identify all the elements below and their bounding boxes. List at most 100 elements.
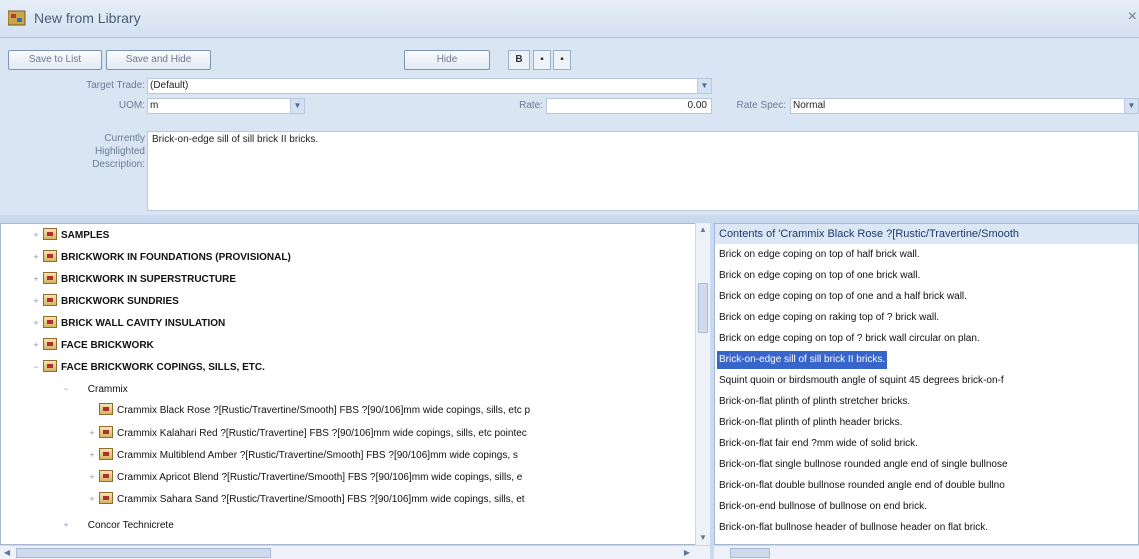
folder-icon	[43, 338, 57, 350]
expand-icon[interactable]: +	[31, 290, 41, 312]
tree-item-label: BRICKWORK IN FOUNDATIONS (PROVISIONAL)	[61, 252, 291, 263]
folder-icon	[99, 403, 113, 415]
chevron-down-icon[interactable]: ▼	[1124, 99, 1138, 113]
target-trade-select[interactable]: (Default) ▼	[147, 78, 712, 94]
save-to-list-button[interactable]: Save to List	[8, 50, 102, 70]
tree-item[interactable]: Crammix Black Rose ?[Rustic/Travertine/S…	[87, 400, 530, 422]
tree-vertical-scrollbar[interactable]: ▲ ▼	[695, 223, 710, 545]
app-icon	[8, 10, 26, 26]
tree-item-label: SAMPLES	[61, 230, 110, 241]
tree-group[interactable]: − Crammix	[61, 378, 127, 400]
tree-item-label: BRICKWORK IN SUPERSTRUCTURE	[61, 274, 236, 285]
folder-icon	[99, 470, 113, 482]
expand-icon[interactable]: +	[87, 444, 97, 466]
tree-item[interactable]: + Crammix Multiblend Amber ?[Rustic/Trave…	[87, 444, 518, 466]
scroll-thumb[interactable]	[16, 548, 271, 558]
tree-item-label: Crammix Apricot Blend ?[Rustic/Travertin…	[117, 472, 523, 483]
contents-item[interactable]: Brick-on-flat single bullnose rounded an…	[719, 456, 1008, 474]
rate-label: Rate:	[519, 100, 543, 111]
tree-item-label: Crammix Black Rose ?[Rustic/Travertine/S…	[117, 405, 531, 416]
contents-item[interactable]: Brick on edge coping on top of one brick…	[719, 267, 920, 285]
toolbar-icon-b[interactable]: ▪	[553, 50, 571, 70]
tree-item-label: Crammix Kalahari Red ?[Rustic/Travertine…	[117, 428, 527, 439]
tree-item-label: FACE BRICKWORK	[61, 340, 154, 351]
toolbar: Save to List Save and Hide Hide B ▪ ▪	[0, 38, 1139, 70]
tree-item[interactable]: + Crammix Kalahari Red ?[Rustic/Travertin…	[87, 422, 527, 444]
window-title: New from Library	[34, 10, 141, 26]
tree-item[interactable]: + BRICK WALL CAVITY INSULATION	[31, 312, 225, 334]
scroll-right-icon[interactable]: ▶	[680, 546, 694, 559]
rate-input[interactable]: 0.00	[546, 98, 712, 114]
title-bar: New from Library ×	[0, 0, 1139, 38]
expand-icon[interactable]: +	[31, 312, 41, 334]
desc-label-highlighted: Highlighted	[94, 146, 145, 157]
contents-item[interactable]: Brick-on-end bullnose of bullnose on end…	[719, 498, 927, 516]
scroll-thumb[interactable]	[730, 548, 770, 558]
collapse-icon[interactable]: −	[61, 378, 71, 400]
tree-horizontal-scrollbar[interactable]: ◀ ▶	[0, 545, 710, 559]
expand-icon[interactable]: +	[31, 224, 41, 246]
folder-icon	[43, 360, 57, 372]
contents-item[interactable]: Brick-on-flat double bullnose rounded an…	[719, 477, 1005, 495]
tree-item[interactable]: + BRICKWORK IN SUPERSTRUCTURE	[31, 268, 236, 290]
description-textarea[interactable]: Brick-on-edge sill of sill brick II bric…	[147, 131, 1139, 211]
desc-label-currently: Currently	[104, 133, 145, 144]
toolbar-icon-a[interactable]: ▪	[533, 50, 551, 70]
contents-header: Contents of 'Crammix Black Rose ?[Rustic…	[715, 224, 1138, 244]
uom-label: UOM:	[118, 100, 145, 111]
expand-icon[interactable]: +	[87, 422, 97, 444]
tree-item-label: BRICK WALL CAVITY INSULATION	[61, 318, 226, 329]
bold-icon[interactable]: B	[508, 50, 530, 70]
scroll-left-icon[interactable]: ◀	[0, 546, 14, 559]
tree-item[interactable]: + BRICKWORK IN FOUNDATIONS (PROVISIONAL)	[31, 246, 291, 268]
tree-item[interactable]: − FACE BRICKWORK COPINGS, SILLS, ETC.	[31, 356, 265, 378]
contents-item[interactable]: Brick-on-flat fair end ?mm wide of solid…	[719, 435, 918, 453]
contents-item[interactable]: Brick-on-flat plinth of plinth stretcher…	[719, 393, 910, 411]
expand-icon[interactable]: +	[87, 488, 97, 510]
scroll-up-icon[interactable]: ▲	[696, 223, 710, 237]
contents-item[interactable]: Brick on edge coping on top of one and a…	[719, 288, 967, 306]
tree-item[interactable]: + FACE BRICKWORK	[31, 334, 154, 356]
expand-icon[interactable]: +	[87, 466, 97, 488]
target-trade-label: Target Trade:	[86, 80, 145, 91]
contents-item[interactable]: Squint quoin or birdsmouth angle of squi…	[719, 372, 1004, 390]
chevron-down-icon[interactable]: ▼	[290, 99, 304, 113]
contents-item[interactable]: Brick on edge coping on top of half bric…	[719, 246, 920, 264]
contents-horizontal-scrollbar[interactable]	[714, 545, 1139, 559]
chevron-down-icon[interactable]: ▼	[697, 79, 711, 93]
contents-item[interactable]: Brick-on-edge sill of sill brick II bric…	[717, 351, 888, 369]
tree-group[interactable]: + Concor Technicrete	[61, 514, 173, 536]
rate-spec-select[interactable]: Normal ▼	[790, 98, 1139, 114]
contents-item[interactable]: Brick-on-flat bullnose header of bullnos…	[719, 519, 988, 537]
expand-icon[interactable]: +	[31, 268, 41, 290]
folder-icon	[99, 426, 113, 438]
expand-icon[interactable]: +	[61, 514, 71, 536]
tree-item[interactable]: + BRICKWORK SUNDRIES	[31, 290, 179, 312]
scroll-down-icon[interactable]: ▼	[696, 531, 710, 545]
tree-item-label: FACE BRICKWORK COPINGS, SILLS, ETC.	[61, 362, 265, 373]
collapse-icon[interactable]: −	[31, 356, 41, 378]
contents-item[interactable]: Brick on edge coping on raking top of ? …	[719, 309, 939, 327]
save-and-hide-button[interactable]: Save and Hide	[106, 50, 211, 70]
folder-icon	[43, 272, 57, 284]
contents-item[interactable]: Brick-on-flat plinth of plinth header br…	[719, 414, 902, 432]
folder-icon	[43, 228, 57, 240]
expand-icon[interactable]: +	[31, 246, 41, 268]
expand-icon[interactable]: +	[31, 334, 41, 356]
folder-icon	[43, 294, 57, 306]
folder-icon	[99, 448, 113, 460]
pane-splitter[interactable]	[0, 215, 1139, 223]
uom-select[interactable]: m ▼	[147, 98, 305, 114]
close-icon[interactable]: ×	[1128, 8, 1137, 26]
tree-item[interactable]: + SAMPLES	[31, 224, 109, 246]
rate-spec-value: Normal	[793, 100, 826, 111]
tree-item[interactable]: + Crammix Apricot Blend ?[Rustic/Traverti…	[87, 466, 522, 488]
contents-item[interactable]: Brick on edge coping on top of ? brick w…	[719, 330, 980, 348]
scroll-thumb[interactable]	[698, 283, 708, 333]
tree-item[interactable]: + Crammix Sahara Sand ?[Rustic/Travertine…	[87, 488, 525, 510]
tree-item-label: Crammix Multiblend Amber ?[Rustic/Traver…	[117, 450, 518, 461]
hide-button[interactable]: Hide	[404, 50, 490, 70]
library-tree[interactable]: + SAMPLES + BRICKWORK IN FOUNDATIONS (PROV…	[0, 223, 710, 545]
desc-label-description: Description:	[92, 159, 145, 170]
contents-list[interactable]: Contents of 'Crammix Black Rose ?[Rustic…	[714, 223, 1139, 545]
